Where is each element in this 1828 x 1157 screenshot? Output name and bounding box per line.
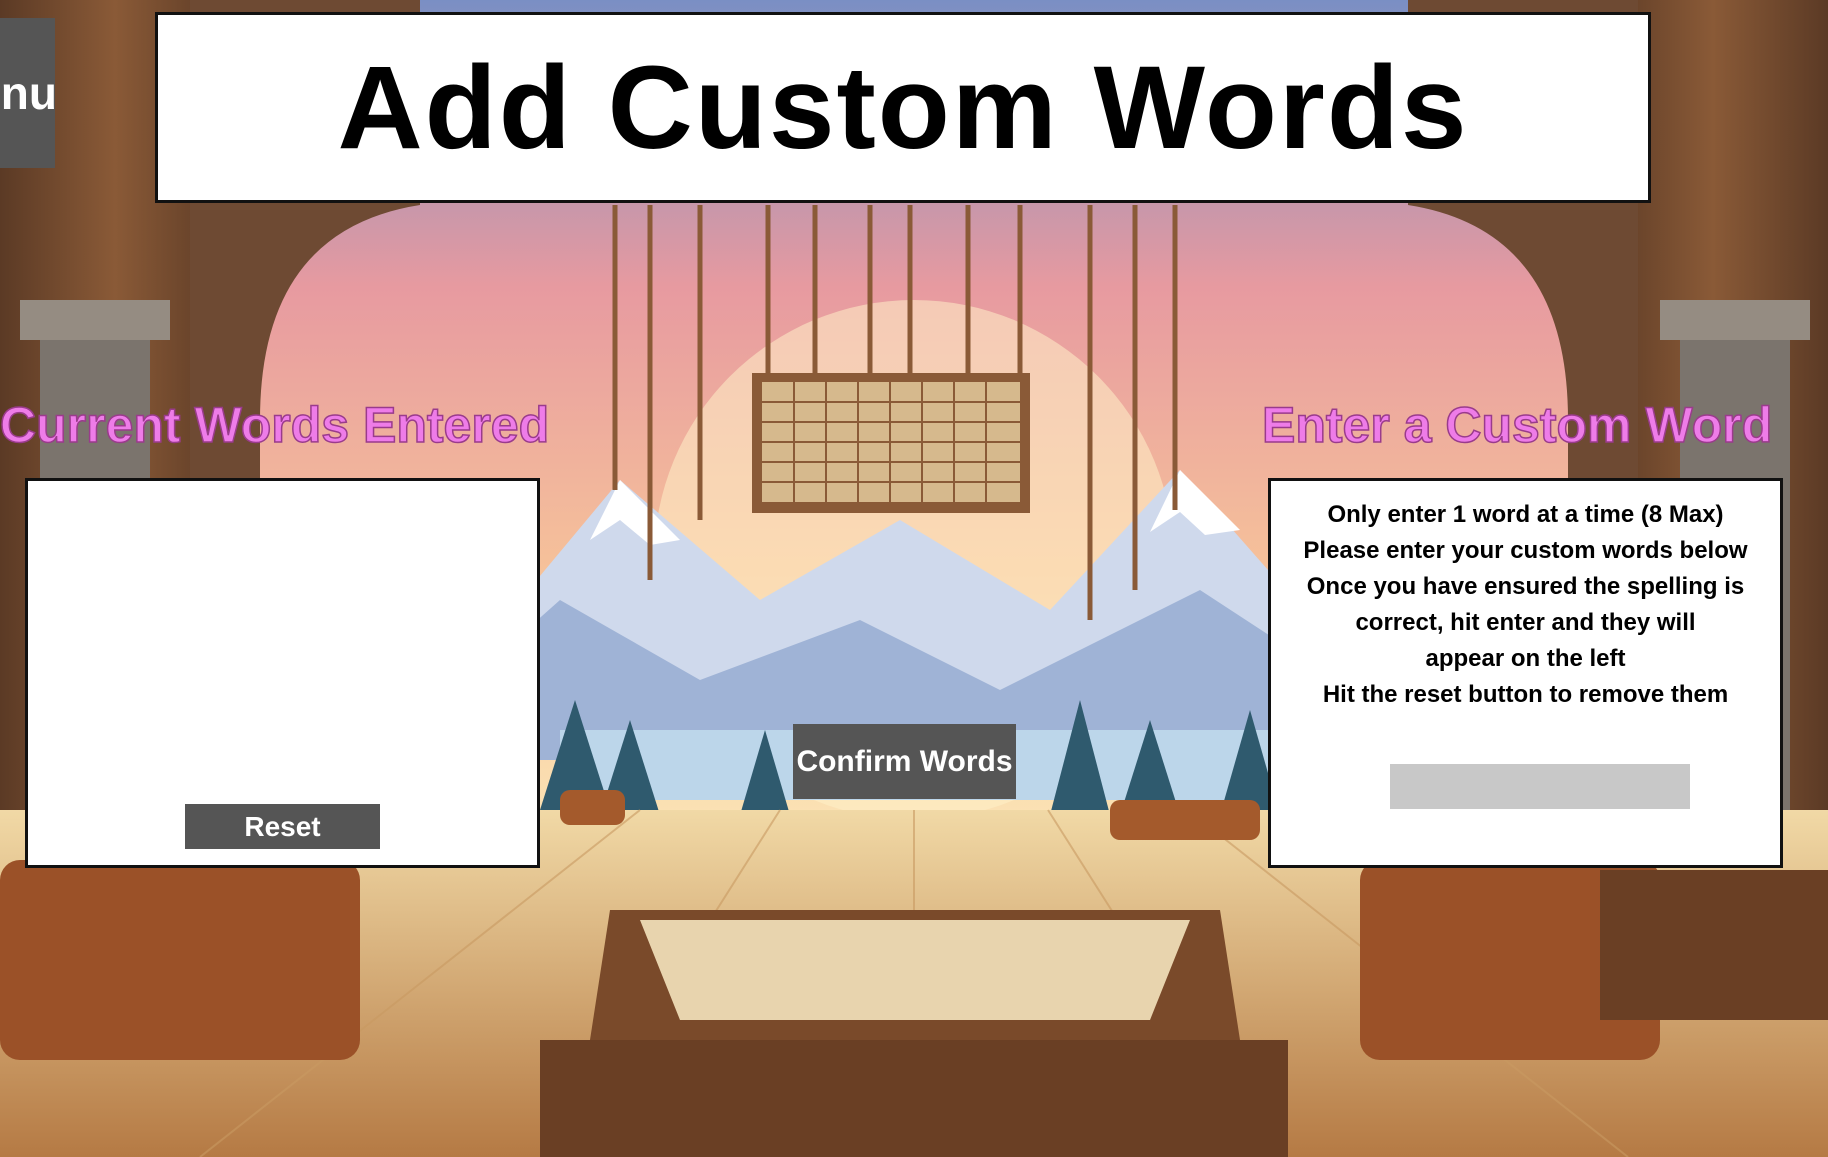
instruction-line: Once you have ensured the spelling is: [1306, 573, 1745, 600]
confirm-words-button[interactable]: Confirm Words: [793, 724, 1016, 799]
instruction-line: appear on the left: [1425, 645, 1626, 672]
custom-word-heading: Enter a Custom Word: [1261, 396, 1773, 454]
menu-button-label: Menu: [0, 67, 55, 119]
instruction-line: Please enter your custom words below: [1303, 537, 1748, 564]
page-title: Add Custom Words: [337, 41, 1469, 174]
custom-word-panel: Only enter 1 word at a time (8 Max) Plea…: [1268, 478, 1783, 868]
instruction-line: correct, hit enter and they will: [1355, 609, 1696, 636]
instruction-line: Hit the reset button to remove them: [1322, 681, 1729, 708]
current-words-heading: Current Words Entered: [0, 396, 550, 454]
instructions: Only enter 1 word at a time (8 Max) Plea…: [1271, 497, 1780, 713]
game-screen: Menu Add Custom Words Current Words Ente…: [0, 0, 1828, 1157]
instruction-line: Only enter 1 word at a time (8 Max): [1327, 501, 1724, 528]
menu-button[interactable]: Menu: [0, 18, 55, 168]
current-words-panel: Reset: [25, 478, 540, 868]
custom-word-input[interactable]: [1390, 764, 1690, 809]
title-banner: Add Custom Words: [155, 12, 1651, 203]
reset-button[interactable]: Reset: [185, 804, 380, 849]
